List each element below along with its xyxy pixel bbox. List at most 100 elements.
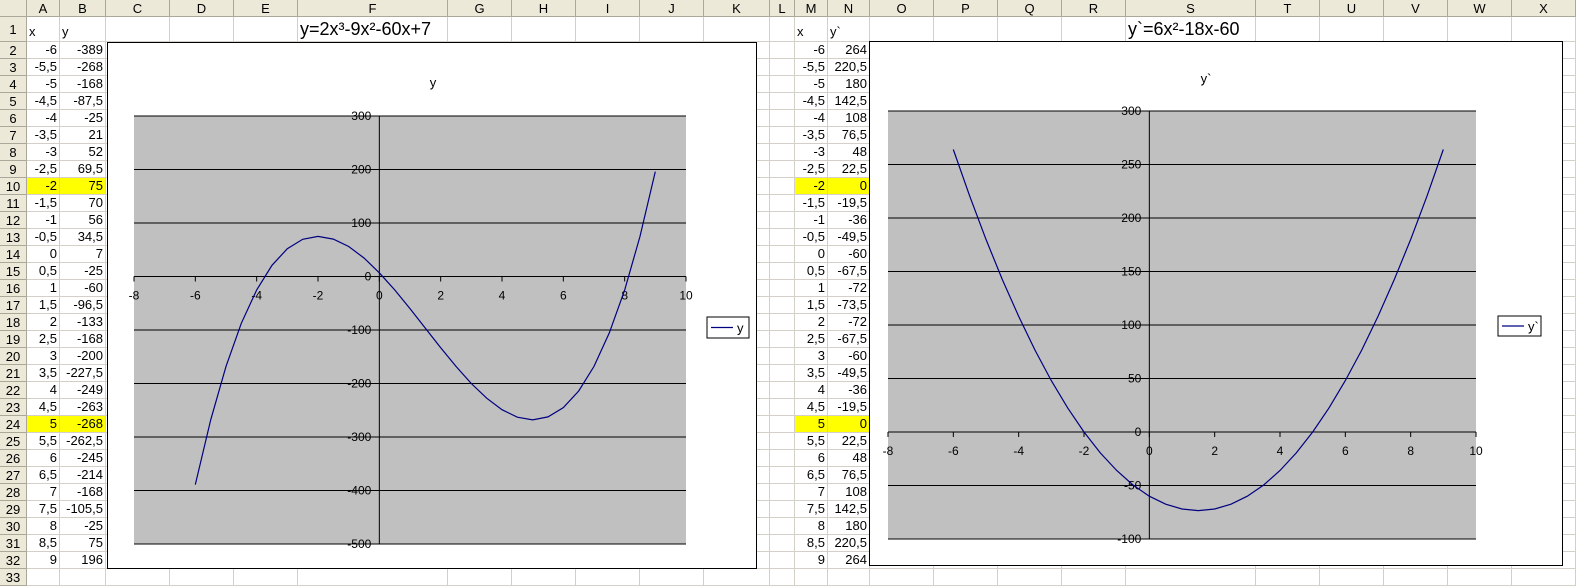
cell[interactable] — [770, 212, 795, 229]
cell[interactable] — [170, 17, 234, 42]
column-header-S[interactable]: S — [1126, 0, 1256, 17]
data-cell[interactable]: 5 — [27, 416, 60, 433]
data-cell[interactable]: -249 — [60, 382, 106, 399]
data-cell[interactable]: 48 — [828, 144, 870, 161]
data-cell[interactable]: -6 — [27, 42, 60, 59]
data-cell[interactable]: -133 — [60, 314, 106, 331]
row-header[interactable]: 8 — [0, 144, 27, 161]
row-header[interactable]: 9 — [0, 161, 27, 178]
cell[interactable] — [770, 467, 795, 484]
column-label-y[interactable]: y — [60, 17, 106, 42]
cell[interactable] — [512, 569, 576, 586]
cell[interactable] — [640, 17, 704, 42]
row-header[interactable]: 28 — [0, 484, 27, 501]
cell[interactable] — [770, 348, 795, 365]
column-header-G[interactable]: G — [448, 0, 512, 17]
column-label-x[interactable]: x — [27, 17, 60, 42]
data-cell[interactable]: 4,5 — [795, 399, 828, 416]
column-header-R[interactable]: R — [1062, 0, 1126, 17]
cell[interactable] — [1256, 17, 1320, 42]
data-cell[interactable]: 180 — [828, 76, 870, 93]
formula-cell-left[interactable]: y=2x³-9x²-60x+7 — [300, 18, 450, 40]
cell[interactable] — [448, 17, 512, 42]
data-cell[interactable]: 220,5 — [828, 535, 870, 552]
cell[interactable] — [770, 263, 795, 280]
row-header[interactable]: 20 — [0, 348, 27, 365]
cell[interactable] — [770, 246, 795, 263]
data-cell[interactable]: -96,5 — [60, 297, 106, 314]
data-cell[interactable]: 6 — [795, 450, 828, 467]
data-cell[interactable]: 0 — [828, 416, 870, 433]
data-cell[interactable]: -60 — [60, 280, 106, 297]
data-cell[interactable]: -200 — [60, 348, 106, 365]
data-cell[interactable]: -2 — [795, 178, 828, 195]
data-cell[interactable]: 8,5 — [795, 535, 828, 552]
function-chart[interactable]: 300 200 100 0 -100 -200 -300 -400 -500 -8 -6 -4 -2 0 2… — [107, 42, 757, 569]
row-header[interactable]: 17 — [0, 297, 27, 314]
cell[interactable] — [770, 365, 795, 382]
data-cell[interactable]: 5 — [795, 416, 828, 433]
data-cell[interactable]: 3,5 — [795, 365, 828, 382]
data-cell[interactable]: -263 — [60, 399, 106, 416]
cell[interactable] — [576, 569, 640, 586]
column-header-H[interactable]: H — [512, 0, 576, 17]
cell[interactable] — [1448, 17, 1512, 42]
cell[interactable] — [770, 178, 795, 195]
cell[interactable] — [1384, 17, 1448, 42]
cell[interactable] — [770, 382, 795, 399]
column-header-U[interactable]: U — [1320, 0, 1384, 17]
cell[interactable] — [770, 314, 795, 331]
row-header[interactable]: 10 — [0, 178, 27, 195]
data-cell[interactable]: 3 — [795, 348, 828, 365]
cell[interactable] — [770, 297, 795, 314]
data-cell[interactable]: -73,5 — [828, 297, 870, 314]
data-cell[interactable]: -214 — [60, 467, 106, 484]
data-cell[interactable]: -268 — [60, 59, 106, 76]
row-header[interactable]: 18 — [0, 314, 27, 331]
data-cell[interactable]: -60 — [828, 246, 870, 263]
data-cell[interactable]: 5,5 — [795, 433, 828, 450]
data-cell[interactable]: 76,5 — [828, 127, 870, 144]
cell[interactable] — [828, 569, 870, 586]
row-header[interactable]: 33 — [0, 569, 27, 586]
column-header-N[interactable]: N — [828, 0, 870, 17]
data-cell[interactable]: -72 — [828, 314, 870, 331]
cell[interactable] — [1384, 569, 1448, 586]
data-cell[interactable]: 21 — [60, 127, 106, 144]
data-cell[interactable]: 7 — [27, 484, 60, 501]
data-cell[interactable]: 76,5 — [828, 467, 870, 484]
cell[interactable] — [770, 552, 795, 569]
data-cell[interactable]: -36 — [828, 382, 870, 399]
cell[interactable] — [998, 569, 1062, 586]
cell[interactable] — [998, 17, 1062, 42]
data-cell[interactable]: -5 — [795, 76, 828, 93]
cell[interactable] — [27, 569, 60, 586]
row-header[interactable]: 29 — [0, 501, 27, 518]
row-header[interactable]: 19 — [0, 331, 27, 348]
data-cell[interactable]: -2 — [27, 178, 60, 195]
row-header[interactable]: 4 — [0, 76, 27, 93]
data-cell[interactable]: 108 — [828, 110, 870, 127]
row-header[interactable]: 2 — [0, 42, 27, 59]
cell[interactable] — [106, 569, 170, 586]
column-header-M[interactable]: M — [795, 0, 828, 17]
data-cell[interactable]: -25 — [60, 263, 106, 280]
cell[interactable] — [870, 569, 934, 586]
column-header-B[interactable]: B — [60, 0, 106, 17]
data-cell[interactable]: 1,5 — [27, 297, 60, 314]
cell[interactable] — [1126, 569, 1256, 586]
data-cell[interactable]: 264 — [828, 552, 870, 569]
data-cell[interactable]: -2,5 — [795, 161, 828, 178]
column-header-O[interactable]: O — [870, 0, 934, 17]
data-cell[interactable]: 56 — [60, 212, 106, 229]
data-cell[interactable]: -19,5 — [828, 195, 870, 212]
data-cell[interactable]: -4 — [795, 110, 828, 127]
row-header[interactable]: 31 — [0, 535, 27, 552]
data-cell[interactable]: -168 — [60, 76, 106, 93]
cell[interactable] — [576, 17, 640, 42]
cell[interactable] — [795, 569, 828, 586]
data-cell[interactable]: -2,5 — [27, 161, 60, 178]
column-header-W[interactable]: W — [1448, 0, 1512, 17]
data-cell[interactable]: -227,5 — [60, 365, 106, 382]
data-cell[interactable]: 48 — [828, 450, 870, 467]
